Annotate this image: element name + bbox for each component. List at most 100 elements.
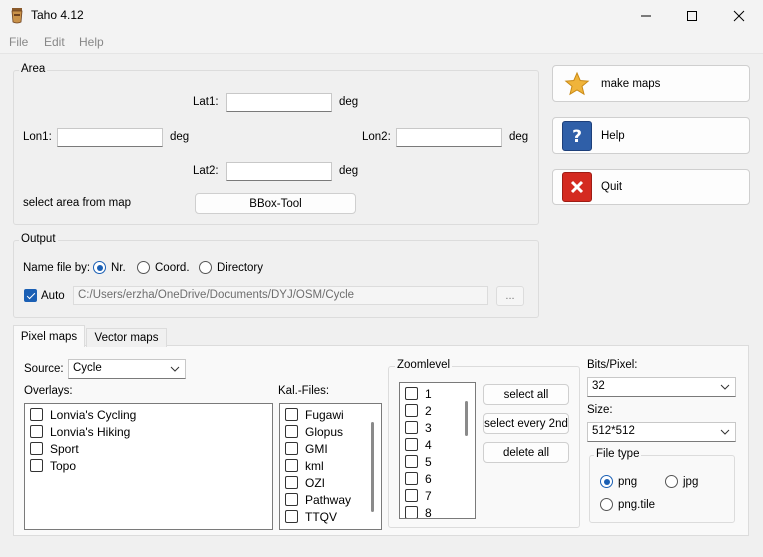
lat2-input[interactable] xyxy=(226,162,332,181)
menu-help[interactable]: Help xyxy=(79,35,104,49)
bbox-tool-button[interactable]: BBox-Tool xyxy=(195,193,356,214)
list-item[interactable]: kml xyxy=(280,457,324,474)
overlay-checkbox[interactable] xyxy=(30,425,43,438)
overlay-checkbox[interactable] xyxy=(30,459,43,472)
tab-pixel-maps[interactable]: Pixel maps xyxy=(13,325,85,347)
minimize-button[interactable] xyxy=(623,0,669,31)
svg-text:?: ? xyxy=(572,127,582,147)
list-item[interactable]: Sport xyxy=(25,440,79,457)
list-item[interactable]: Lonvia's Hiking xyxy=(25,423,130,440)
chevron-down-icon xyxy=(720,429,730,435)
zoomlevel-list[interactable]: 1 2 3 4 5 6 7 8 xyxy=(399,382,476,519)
help-label: Help xyxy=(601,129,625,142)
delete-all-button[interactable]: delete all xyxy=(483,442,569,463)
overlays-list[interactable]: Lonvia's Cycling Lonvia's Hiking Sport T… xyxy=(24,403,273,530)
select-area-label: select area from map xyxy=(23,197,132,209)
zoom-checkbox[interactable] xyxy=(405,472,418,485)
filetype-jpg-radio[interactable] xyxy=(665,475,678,488)
list-item[interactable]: GMI xyxy=(280,440,328,457)
filetype-pngtile-radio[interactable] xyxy=(600,498,613,511)
auto-checkbox[interactable] xyxy=(24,289,37,302)
help-button[interactable]: ? Help xyxy=(552,117,750,154)
list-item[interactable]: 5 xyxy=(400,453,432,470)
zoomlevel-legend: Zoomlevel xyxy=(395,359,453,371)
list-item[interactable]: 7 xyxy=(400,487,432,504)
lat2-label: Lat2: xyxy=(193,165,219,177)
name-coord-label: Coord. xyxy=(155,262,190,274)
list-item[interactable]: Glopus xyxy=(280,423,343,440)
output-path-field: C:/Users/erzha/OneDrive/Documents/DYJ/OS… xyxy=(73,286,488,305)
list-item[interactable]: 6 xyxy=(400,470,432,487)
list-item[interactable]: 1 xyxy=(400,385,432,402)
list-item[interactable]: Pathway xyxy=(280,491,351,508)
quit-label: Quit xyxy=(601,181,623,193)
zoom-checkbox[interactable] xyxy=(405,455,418,468)
kal-checkbox[interactable] xyxy=(285,459,298,472)
tab-vector-maps[interactable]: Vector maps xyxy=(86,328,167,347)
lat1-label: Lat1: xyxy=(193,96,219,108)
make-maps-button[interactable]: make maps xyxy=(552,65,750,102)
menu-edit[interactable]: Edit xyxy=(44,35,65,49)
select-every-2nd-button[interactable]: select every 2nd xyxy=(483,413,569,434)
name-directory-radio[interactable] xyxy=(199,261,212,274)
kal-checkbox[interactable] xyxy=(285,425,298,438)
auto-label: Auto xyxy=(41,290,65,302)
lat2-unit: deg xyxy=(339,165,359,177)
source-select[interactable]: Cycle xyxy=(68,359,186,379)
filetype-pngtile-label: png.tile xyxy=(618,499,656,511)
zoom-checkbox[interactable] xyxy=(405,387,418,400)
zoom-checkbox[interactable] xyxy=(405,404,418,417)
make-maps-label: make maps xyxy=(601,77,661,90)
zoom-scrollbar[interactable] xyxy=(465,401,468,436)
size-select[interactable]: 512*512 xyxy=(587,422,736,442)
name-file-label: Name file by: xyxy=(23,262,91,274)
list-item[interactable]: 2 xyxy=(400,402,432,419)
zoom-checkbox[interactable] xyxy=(405,489,418,502)
list-item[interactable]: Fugawi xyxy=(280,406,344,423)
overlay-checkbox[interactable] xyxy=(30,442,43,455)
list-item[interactable]: 4 xyxy=(400,436,432,453)
list-item[interactable]: Lonvia's Cycling xyxy=(25,406,136,423)
maximize-button[interactable] xyxy=(669,0,715,31)
kal-checkbox[interactable] xyxy=(285,476,298,489)
name-nr-radio[interactable] xyxy=(93,261,106,274)
zoom-checkbox[interactable] xyxy=(405,506,418,518)
overlay-checkbox[interactable] xyxy=(30,408,43,421)
bits-pixel-label: Bits/Pixel: xyxy=(587,359,638,371)
filetype-png-radio[interactable] xyxy=(600,475,613,488)
kal-checkbox[interactable] xyxy=(285,493,298,506)
close-button[interactable] xyxy=(716,0,762,31)
list-item[interactable]: OZI xyxy=(280,474,325,491)
chevron-down-icon xyxy=(170,366,180,372)
kal-scrollbar[interactable] xyxy=(371,422,374,512)
bits-pixel-select[interactable]: 32 xyxy=(587,377,736,397)
lat1-unit: deg xyxy=(339,96,359,108)
zoom-checkbox[interactable] xyxy=(405,438,418,451)
size-value: 512*512 xyxy=(592,425,635,437)
kal-checkbox[interactable] xyxy=(285,442,298,455)
name-coord-radio[interactable] xyxy=(137,261,150,274)
kal-files-list[interactable]: Fugawi Glopus GMI kml OZI Pathway TTQV xyxy=(279,403,382,530)
browse-button[interactable]: ... xyxy=(496,286,524,306)
list-item[interactable]: Topo xyxy=(25,457,76,474)
kal-checkbox[interactable] xyxy=(285,408,298,421)
overlays-label: Overlays: xyxy=(24,385,73,397)
list-item[interactable]: 8 xyxy=(400,504,432,518)
window-title: Taho 4.12 xyxy=(31,8,84,22)
filetype-png-label: png xyxy=(618,476,638,488)
output-legend: Output xyxy=(19,233,58,245)
select-all-button[interactable]: select all xyxy=(483,384,569,405)
kal-files-label: Kal.-Files: xyxy=(278,385,330,397)
lat1-input[interactable] xyxy=(226,93,332,112)
source-value: Cycle xyxy=(73,362,102,374)
menu-file[interactable]: File xyxy=(9,35,28,49)
zoom-checkbox[interactable] xyxy=(405,421,418,434)
lon2-input[interactable] xyxy=(396,128,502,147)
list-item[interactable]: 3 xyxy=(400,419,432,436)
lon2-unit: deg xyxy=(509,131,529,143)
quit-button[interactable]: Quit xyxy=(552,169,750,205)
lon1-input[interactable] xyxy=(57,128,163,147)
list-item[interactable]: TTQV xyxy=(280,508,337,525)
question-icon: ? xyxy=(562,120,592,151)
kal-checkbox[interactable] xyxy=(285,510,298,523)
